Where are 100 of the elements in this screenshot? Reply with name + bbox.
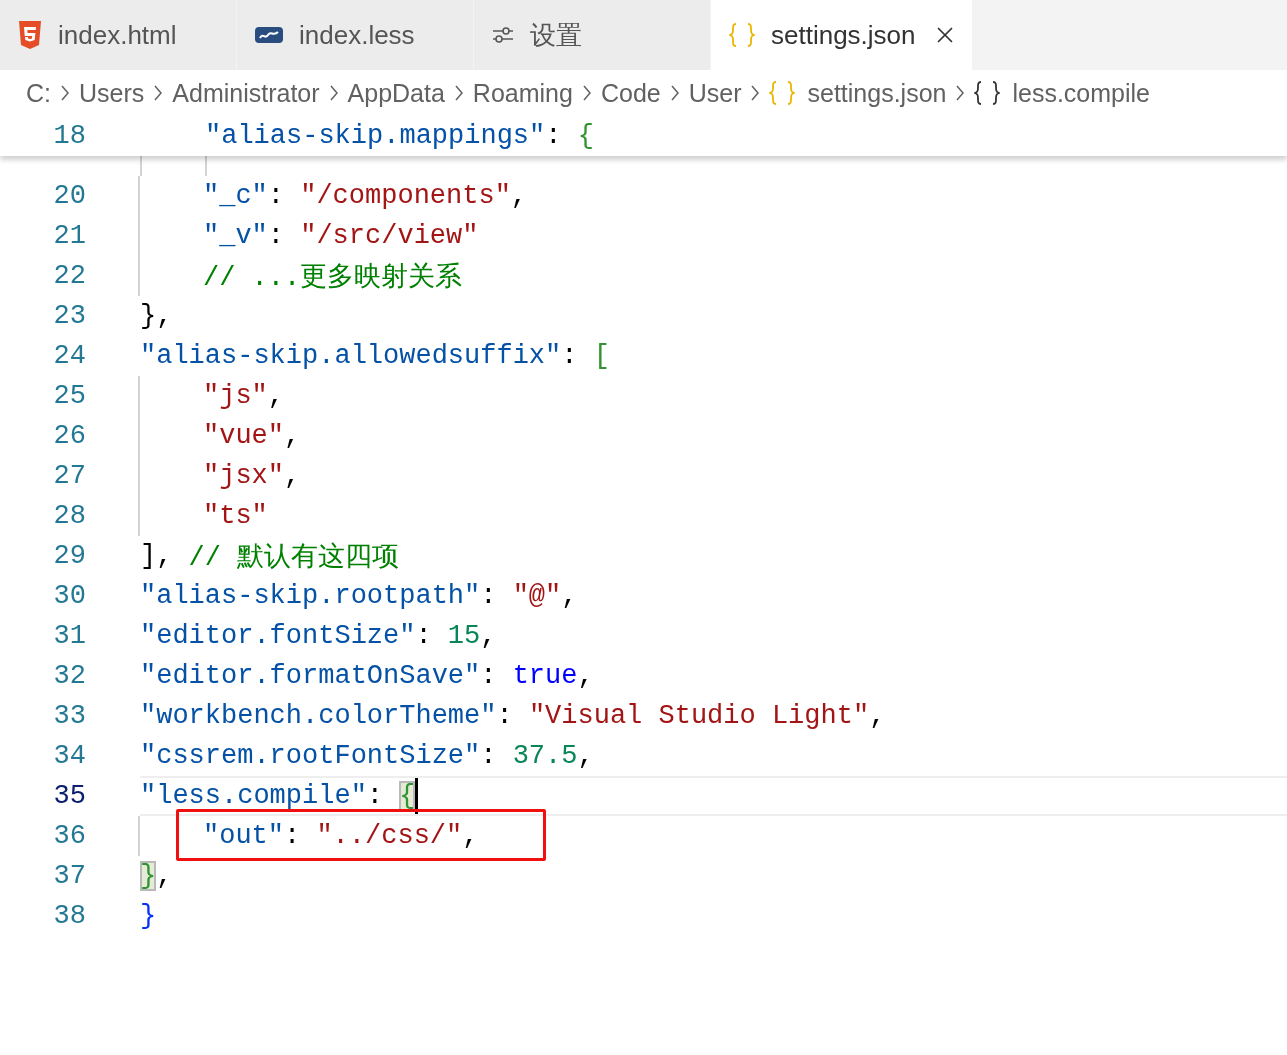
line-number: 25 <box>52 381 86 411</box>
code-token: "editor.fontSize" <box>140 621 416 651</box>
breadcrumb-item[interactable]: AppData <box>347 78 445 108</box>
html5-icon <box>18 21 42 49</box>
editor-tab[interactable]: settings.json <box>711 0 973 70</box>
tab-label: 设置 <box>530 18 582 52</box>
code-token: "_c" <box>203 181 268 211</box>
chevron-right-icon <box>751 85 760 101</box>
code-bracket: { <box>399 781 416 811</box>
code-token: "cssrem.rootFontSize" <box>140 741 481 771</box>
code-bracket: [ <box>593 341 610 371</box>
line-number: 31 <box>52 621 86 651</box>
chevron-right-icon <box>670 85 679 101</box>
code-comment: // 默认有这四项 <box>188 541 400 574</box>
code-token: , <box>510 181 528 211</box>
code-token: , <box>156 861 173 891</box>
code-token: "../css/" <box>316 821 463 851</box>
chevron-right-icon <box>329 85 338 101</box>
less-file-icon <box>255 27 283 43</box>
code-token: "@" <box>512 581 562 611</box>
breadcrumb-item[interactable]: Code <box>600 78 661 108</box>
tab-label: index.less <box>299 19 415 51</box>
code-bracket: ] <box>140 541 157 571</box>
chevron-right-icon <box>956 85 965 101</box>
code-token: , <box>156 541 174 571</box>
chevron-right-icon <box>154 85 163 101</box>
code-token: "workbench.colorTheme" <box>140 701 497 731</box>
line-number: 22 <box>52 261 86 291</box>
code-token: , <box>284 461 301 491</box>
code-token: , <box>462 821 479 851</box>
line-number: 38 <box>52 901 86 931</box>
code-token: "out" <box>203 821 284 851</box>
breadcrumb-item[interactable]: Roaming <box>472 78 573 108</box>
line-number: 29 <box>52 541 86 571</box>
line-number: 24 <box>52 341 86 371</box>
code-token: "alias-skip.rootpath" <box>140 581 481 611</box>
code-token: , <box>267 381 284 411</box>
line-number: 28 <box>52 501 86 531</box>
code-token: , <box>561 581 578 611</box>
code-bracket: { <box>577 121 594 151</box>
chevron-right-icon <box>61 85 69 101</box>
code-token: "/src/view" <box>300 221 479 251</box>
code-comment: // ...更多映射关系 <box>203 261 463 294</box>
code-token: , <box>577 661 594 691</box>
line-number: 20 <box>52 181 86 211</box>
code-token: : <box>480 741 498 771</box>
line-number: 32 <box>52 661 86 691</box>
tab-label: index.html <box>58 19 177 51</box>
code-token: "vue" <box>203 421 284 451</box>
editor-tab[interactable]: 设置 <box>474 0 711 70</box>
code-token: "Visual Studio Light" <box>528 701 870 731</box>
editor-tab[interactable]: index.html <box>0 0 237 70</box>
code-token: : <box>496 701 514 731</box>
code-token: "js" <box>203 381 268 411</box>
line-number: 36 <box>52 821 86 851</box>
tab-label: settings.json <box>771 19 916 51</box>
line-number: 34 <box>52 741 86 771</box>
line-number: 27 <box>52 461 86 491</box>
editor-tab[interactable]: index.less <box>237 0 474 70</box>
code-token: , <box>869 701 886 731</box>
line-number: 37 <box>52 861 86 891</box>
breadcrumb-item[interactable]: Administrator <box>172 78 320 108</box>
code-token: : <box>480 661 498 691</box>
breadcrumb-item[interactable]: C: <box>26 78 51 108</box>
code-token: true <box>512 661 578 691</box>
code-token: , <box>156 301 173 331</box>
code-token: : <box>545 121 563 151</box>
chevron-right-icon <box>582 85 591 101</box>
code-token: "_v" <box>203 221 268 251</box>
code-token: "ts" <box>203 501 268 531</box>
line-number: 18 <box>52 121 86 151</box>
code-token: 15 <box>447 621 481 651</box>
code-token: "alias-skip.allowedsuffix" <box>140 341 562 371</box>
code-token: "less.compile" <box>140 781 367 811</box>
line-number: 33 <box>52 701 86 731</box>
breadcrumb-item[interactable]: Users <box>79 78 145 108</box>
code-token: : <box>366 781 385 811</box>
code-token: , <box>480 621 497 651</box>
code-bracket: } <box>140 861 157 891</box>
breadcrumb-item[interactable]: User <box>688 78 742 108</box>
code-token: "jsx" <box>203 461 284 491</box>
breadcrumb-item[interactable]: settings.json <box>807 78 947 108</box>
sliders-icon <box>492 25 514 45</box>
chevron-right-icon <box>454 85 463 101</box>
code-token: : <box>284 821 302 851</box>
braces-icon <box>729 22 755 48</box>
code-token: "/components" <box>300 181 511 211</box>
code-bracket: } <box>140 301 157 331</box>
code-token: : <box>480 581 498 611</box>
code-token: 37.5 <box>512 741 578 771</box>
code-token: "editor.formatOnSave" <box>140 661 481 691</box>
code-token: , <box>284 421 301 451</box>
code-token: , <box>577 741 594 771</box>
code-token: : <box>561 341 579 371</box>
line-number: 30 <box>52 581 86 611</box>
code-token: : <box>267 181 285 211</box>
breadcrumb-item[interactable]: less.compile <box>1012 78 1150 108</box>
code-token: "alias-skip.mappings" <box>205 121 546 151</box>
line-number: 21 <box>52 221 86 251</box>
braces-icon <box>974 80 1001 106</box>
